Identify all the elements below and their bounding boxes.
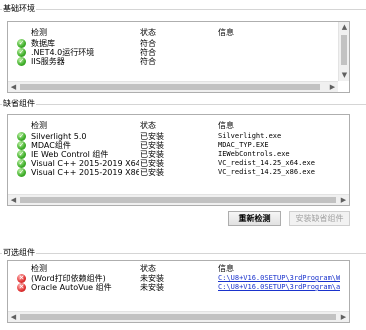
- list-header: 检测 状态 信息: [8, 121, 349, 130]
- check-icon: ✓: [17, 168, 26, 177]
- item-info-link[interactable]: C:\U8+V16.0SETUP\3rdProgram\av...: [218, 283, 340, 292]
- check-icon: ✓: [17, 141, 26, 150]
- basic-environment-list[interactable]: 检测 状态 信息 ✓ 数据库 符合 ✓ .NET4.0运行环境 符合 ✓ IIS…: [7, 21, 350, 93]
- error-icon: ✕: [17, 274, 26, 283]
- column-header-status[interactable]: 状态: [140, 264, 214, 273]
- horizontal-scrollbar[interactable]: ◀ ▶: [8, 311, 349, 322]
- item-name: Visual C++ 2015-2019 X64...: [31, 159, 139, 168]
- item-status: 未安装: [140, 274, 164, 283]
- item-name: MDAC组件: [31, 141, 71, 150]
- column-header-info[interactable]: 信息: [218, 121, 234, 130]
- item-status: 符合: [140, 48, 156, 57]
- recheck-button[interactable]: 重新检测: [228, 211, 281, 226]
- scroll-right-icon[interactable]: ▶: [327, 82, 338, 92]
- scrollbar-thumb[interactable]: [20, 314, 336, 320]
- column-header-check[interactable]: 检测: [31, 264, 139, 273]
- check-icon: ✓: [17, 150, 26, 159]
- scroll-left-icon[interactable]: ◀: [8, 312, 19, 322]
- item-name: (Word打印依赖组件): [31, 274, 106, 283]
- item-name: Visual C++ 2015-2019 X86...: [31, 168, 139, 177]
- group-title: 缺省组件: [2, 99, 36, 109]
- install-missing-components-button[interactable]: 安装缺省组件: [289, 211, 350, 226]
- scroll-left-icon[interactable]: ◀: [8, 82, 19, 92]
- item-info: MDAC_TYP.EXE: [218, 141, 269, 149]
- item-name: Silverlight 5.0: [31, 132, 87, 141]
- group-divider: [0, 253, 366, 254]
- scroll-up-icon[interactable]: ▲: [339, 22, 349, 33]
- check-icon: ✓: [17, 39, 26, 48]
- list-item[interactable]: ✓ 数据库 符合: [8, 39, 338, 48]
- list-item[interactable]: ✓ IE Web Control 组件 已安装 IEWebControls.ex…: [8, 150, 349, 159]
- list-item[interactable]: ✓ Visual C++ 2015-2019 X86... 已安装 VC_red…: [8, 168, 349, 177]
- list-item[interactable]: ✓ MDAC组件 已安装 MDAC_TYP.EXE: [8, 141, 349, 150]
- item-name: IIS服务器: [31, 57, 65, 66]
- column-header-info[interactable]: 信息: [218, 28, 234, 37]
- item-status: 已安装: [140, 150, 164, 159]
- list-header: 检测 状态 信息: [8, 28, 338, 37]
- column-header-status[interactable]: 状态: [140, 28, 214, 37]
- list-item[interactable]: ✓ IIS服务器 符合: [8, 57, 338, 66]
- column-header-check[interactable]: 检测: [31, 28, 139, 37]
- item-status: 符合: [140, 57, 156, 66]
- item-name: 数据库: [31, 39, 55, 48]
- horizontal-scrollbar[interactable]: ◀ ▶: [8, 194, 349, 205]
- list-header: 检测 状态 信息: [8, 264, 349, 273]
- item-name: Oracle AutoVue 组件: [31, 283, 112, 292]
- list-item[interactable]: ✓ .NET4.0运行环境 符合: [8, 48, 338, 57]
- item-info: Silverlight.exe: [218, 132, 282, 140]
- list-item[interactable]: ✓ Silverlight 5.0 已安装 Silverlight.exe: [8, 132, 349, 141]
- list-item[interactable]: ✕ Oracle AutoVue 组件 未安装 C:\U8+V16.0SETUP…: [8, 283, 349, 292]
- item-status: 已安装: [140, 168, 164, 177]
- horizontal-scrollbar[interactable]: ◀ ▶: [8, 81, 338, 92]
- group-divider: [0, 104, 366, 105]
- item-status: 符合: [140, 39, 156, 48]
- item-status: 已安装: [140, 159, 164, 168]
- item-info: IEWebControls.exe: [218, 150, 290, 158]
- item-status: 已安装: [140, 141, 164, 150]
- item-info-link[interactable]: C:\U8+V16.0SETUP\3rdProgram\Wo...: [218, 274, 340, 283]
- column-header-info[interactable]: 信息: [218, 264, 234, 273]
- vertical-scrollbar[interactable]: ▲ ▼: [338, 22, 349, 81]
- error-icon: ✕: [17, 283, 26, 292]
- group-title: 基础环境: [2, 4, 36, 14]
- optional-components-list[interactable]: 检测 状态 信息 ✕ (Word打印依赖组件) 未安装 C:\U8+V16.0S…: [7, 260, 350, 323]
- scrollbar-thumb[interactable]: [20, 84, 320, 90]
- check-icon: ✓: [17, 159, 26, 168]
- item-name: IE Web Control 组件: [31, 150, 109, 159]
- scrollbar-thumb[interactable]: [341, 35, 347, 65]
- column-header-check[interactable]: 检测: [31, 121, 139, 130]
- scroll-right-icon[interactable]: ▶: [338, 312, 349, 322]
- item-info: VC_redist_14.25_x86.exe: [218, 168, 315, 176]
- item-status: 已安装: [140, 132, 164, 141]
- group-title: 可选组件: [2, 248, 36, 258]
- scrollbar-thumb[interactable]: [20, 197, 336, 203]
- item-info: VC_redist_14.25_x64.exe: [218, 159, 315, 167]
- missing-components-list[interactable]: 检测 状态 信息 ✓ Silverlight 5.0 已安装 Silverlig…: [7, 114, 350, 206]
- scroll-down-icon[interactable]: ▼: [339, 70, 349, 81]
- group-divider: [0, 9, 366, 10]
- check-icon: ✓: [17, 57, 26, 66]
- check-icon: ✓: [17, 132, 26, 141]
- item-status: 未安装: [140, 283, 164, 292]
- check-icon: ✓: [17, 48, 26, 57]
- scroll-right-icon[interactable]: ▶: [338, 195, 349, 205]
- list-item[interactable]: ✕ (Word打印依赖组件) 未安装 C:\U8+V16.0SETUP\3rdP…: [8, 274, 349, 283]
- column-header-status[interactable]: 状态: [140, 121, 214, 130]
- list-item[interactable]: ✓ Visual C++ 2015-2019 X64... 已安装 VC_red…: [8, 159, 349, 168]
- item-name: .NET4.0运行环境: [31, 48, 95, 57]
- scroll-left-icon[interactable]: ◀: [8, 195, 19, 205]
